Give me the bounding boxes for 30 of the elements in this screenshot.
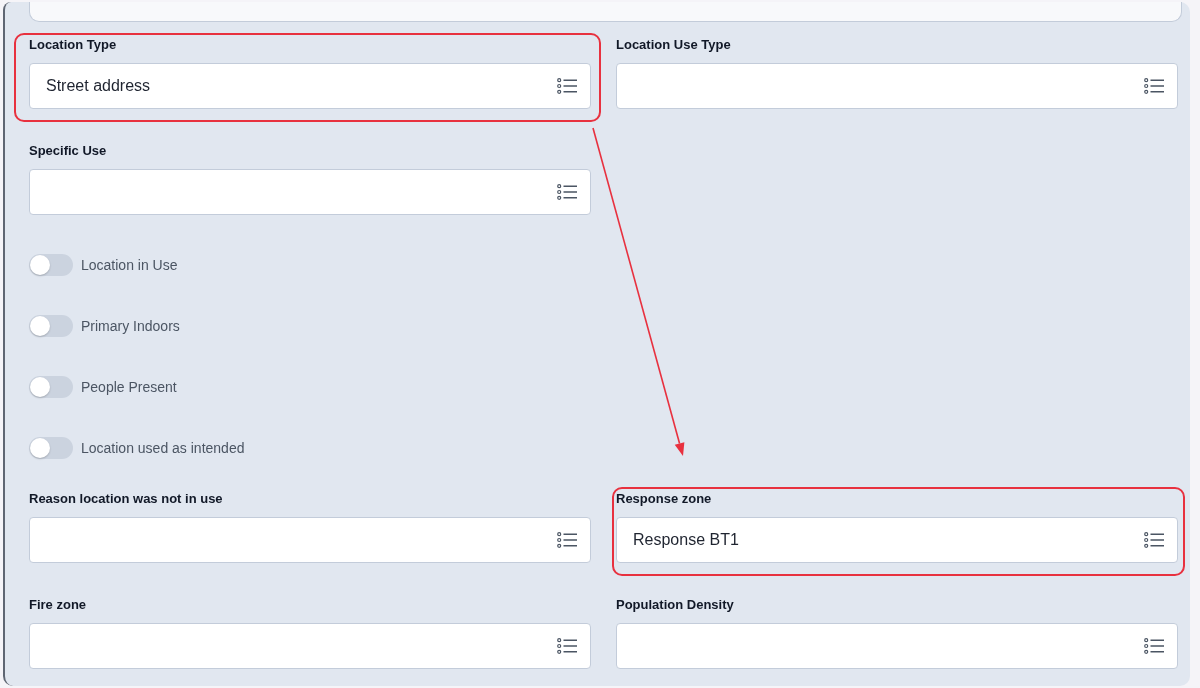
field-label: Fire zone <box>29 596 88 614</box>
field-label: Location Type <box>29 36 118 54</box>
text-area-field[interactable] <box>29 2 1182 22</box>
field-label: Population Density <box>616 596 735 614</box>
list-icon[interactable] <box>557 638 577 654</box>
field-label: Response zone <box>616 490 713 508</box>
list-icon[interactable] <box>1144 532 1164 548</box>
toggle-label: People Present <box>81 379 177 395</box>
toggle-switch[interactable] <box>29 376 73 398</box>
field-label: Specific Use <box>29 142 108 160</box>
select-field[interactable] <box>29 169 591 215</box>
select-field[interactable] <box>29 623 591 669</box>
list-icon[interactable] <box>1144 78 1164 94</box>
toggle-switch[interactable] <box>29 315 73 337</box>
select-field[interactable] <box>616 623 1178 669</box>
select-field[interactable]: Street address <box>29 63 591 109</box>
list-icon[interactable] <box>557 532 577 548</box>
list-icon[interactable] <box>557 184 577 200</box>
toggle-switch[interactable] <box>29 254 73 276</box>
field-label: Location Use Type <box>616 36 732 54</box>
field-label: Reason location was not in use <box>29 490 224 508</box>
toggle-switch[interactable] <box>29 437 73 459</box>
toggle-label: Location used as intended <box>81 440 245 456</box>
select-field[interactable]: Response BT1 <box>616 517 1178 563</box>
toggle-label: Location in Use <box>81 257 178 273</box>
list-icon[interactable] <box>557 78 577 94</box>
list-icon[interactable] <box>1144 638 1164 654</box>
toggle-label: Primary Indoors <box>81 318 180 334</box>
select-field[interactable] <box>616 63 1178 109</box>
select-field[interactable] <box>29 517 591 563</box>
